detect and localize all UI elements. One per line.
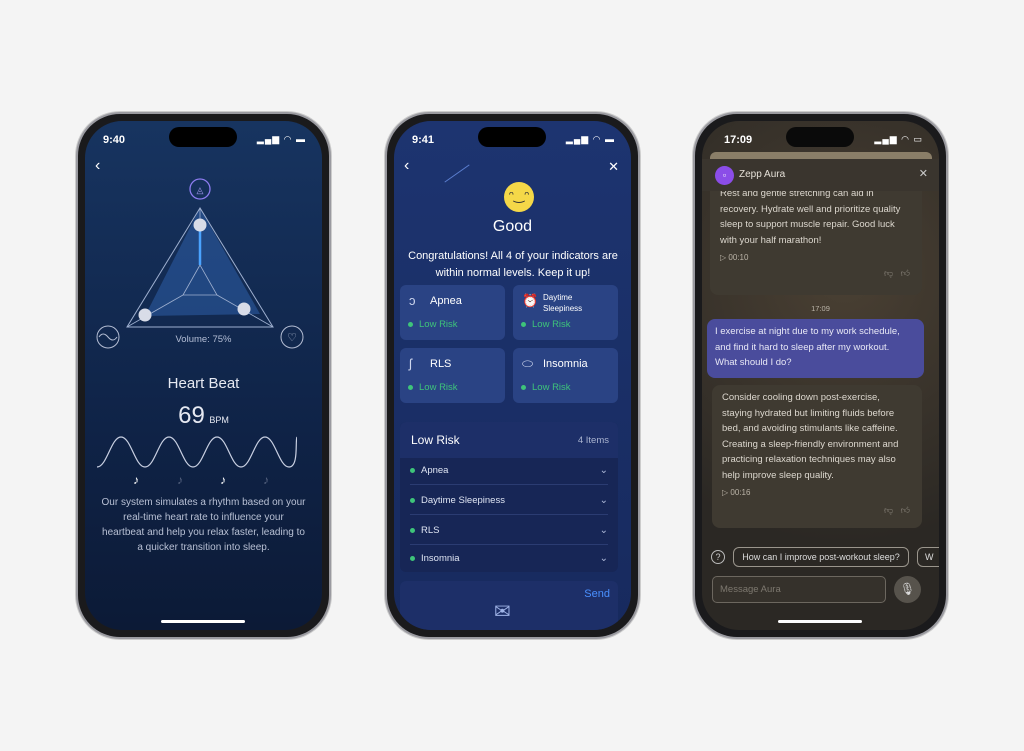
microphone-icon: 🎙︎	[899, 582, 916, 596]
risk-badge: Low Risk	[408, 319, 458, 330]
thumbs-up-icon: 👍︎	[900, 267, 910, 278]
list-item-rls[interactable]: RLS ⌄	[410, 516, 608, 545]
section-count: 4 Items	[577, 435, 609, 446]
list-item-apnea[interactable]: Apnea ⌄	[410, 456, 608, 485]
music-note-icon: ♪	[263, 473, 269, 487]
heart-rhythm-wave	[97, 436, 297, 468]
audio-play[interactable]: ▷ 00:10	[720, 250, 912, 266]
chat-header: ▫ Zepp Aura ✕	[702, 159, 939, 191]
card-title: Daytime Sleepiness	[543, 293, 583, 313]
card-title: Apnea	[430, 295, 462, 307]
message-timestamp: 17:09	[811, 304, 830, 313]
audio-play[interactable]: ▷ 00:16	[722, 485, 912, 501]
heart-beat-screen: 9:40 ▂▄▆ ◠ ▬ ‹ ◬ ♡ Volume: 75% Heart Bea…	[85, 121, 322, 630]
pill-icon: ⬭	[522, 356, 534, 371]
card-title: Insomnia	[543, 358, 588, 370]
phone-zepp-aura-chat: 17:09 ▂▄▆ ◠ ▭ Rest and gentle stretching…	[693, 112, 948, 639]
bpm-value: 69	[178, 402, 205, 429]
alarm-clock-icon: ⏰	[522, 293, 539, 308]
phone-sleep-report: 9:41 ▂▄▆ ◠ ▬ ‹ ✕ ᵔ‿ᵔ Good Congratulation…	[385, 112, 640, 639]
risk-badge: Low Risk	[408, 382, 458, 393]
sleep-report-screen: 9:41 ▂▄▆ ◠ ▬ ‹ ✕ ᵔ‿ᵔ Good Congratulation…	[394, 121, 631, 630]
status-time: 9:41	[412, 134, 435, 146]
aura-logo-icon: ▫	[715, 166, 734, 185]
message-text: Consider cooling down post-exercise, sta…	[722, 392, 899, 481]
envelope-icon: ✉	[494, 601, 511, 623]
home-indicator[interactable]	[778, 620, 862, 623]
triangle-mixer[interactable]: ◬ ♡	[85, 171, 322, 361]
shooting-star	[444, 164, 470, 183]
chevron-down-icon: ⌄	[599, 525, 608, 536]
status-time: 17:09	[724, 134, 753, 146]
input-placeholder: Message Aura	[720, 584, 781, 595]
dynamic-island	[169, 127, 237, 147]
ear-icon: ↄ	[409, 293, 416, 308]
chat-screen: 17:09 ▂▄▆ ◠ ▭ Rest and gentle stretching…	[702, 121, 939, 630]
phone-heart-beat: 9:40 ▂▄▆ ◠ ▬ ‹ ◬ ♡ Volume: 75% Heart Bea…	[76, 112, 331, 639]
thumbs-up-icon: 👍︎	[900, 504, 910, 515]
close-icon[interactable]: ✕	[919, 167, 928, 180]
status-icons: ▂▄▆ ◠ ▬	[565, 134, 615, 144]
chevron-down-icon: ⌄	[599, 465, 608, 476]
feedback-icons[interactable]: 👎︎ 👍︎	[884, 503, 910, 519]
back-icon[interactable]: ‹	[404, 157, 409, 175]
list-item-insomnia[interactable]: Insomnia ⌄	[410, 544, 608, 573]
message-text: Rest and gentle stretching can aid in re…	[720, 188, 901, 246]
music-note-icon: ♪	[133, 473, 139, 487]
card-title: RLS	[430, 358, 452, 370]
slider-handle-left[interactable]	[138, 308, 152, 322]
section-title: Low Risk	[411, 433, 460, 447]
help-icon[interactable]: ?	[711, 550, 725, 564]
suggestion-chip[interactable]: How can I improve post-workout sleep?	[733, 547, 909, 567]
leg-icon: ʃ	[409, 356, 412, 371]
status-icons: ▂▄▆ ◠ ▬	[256, 134, 306, 144]
smiley-icon: ᵔ‿ᵔ	[504, 182, 534, 212]
description: Our system simulates a rhythm based on y…	[101, 497, 306, 553]
indicator-card-apnea[interactable]: ↄ Apnea Low Risk	[400, 285, 505, 340]
thumbs-down-icon: 👎︎	[883, 267, 894, 278]
indicator-card-insomnia[interactable]: ⬭ Insomnia Low Risk	[513, 348, 618, 403]
svg-text:◬: ◬	[197, 185, 204, 195]
bpm-unit: BPM	[209, 415, 229, 425]
volume-label: Volume: 75%	[175, 334, 232, 345]
status-icons: ▂▄▆ ◠ ▭	[874, 134, 923, 144]
indicator-card-daytime-sleepiness[interactable]: ⏰ Daytime Sleepiness Low Risk	[513, 285, 618, 340]
dynamic-island	[786, 127, 854, 147]
send-button[interactable]: Send	[584, 588, 610, 600]
chevron-down-icon: ⌄	[599, 495, 608, 506]
list-item-daytime-sleepiness[interactable]: Daytime Sleepiness ⌄	[410, 486, 608, 515]
indicator-card-rls[interactable]: ʃ RLS Low Risk	[400, 348, 505, 403]
dynamic-island	[478, 127, 546, 147]
user-message: I exercise at night due to my work sched…	[707, 319, 924, 378]
chat-title: Zepp Aura	[739, 169, 786, 180]
send-section: Send ✉	[400, 581, 618, 630]
assistant-message: Consider cooling down post-exercise, sta…	[712, 385, 922, 528]
sound-title: Heart Beat	[167, 375, 240, 392]
bpm-readout: 69 BPM	[85, 402, 322, 430]
feedback-icons[interactable]: 👎︎ 👍︎	[884, 266, 910, 282]
home-indicator[interactable]	[161, 620, 245, 623]
chevron-down-icon: ⌄	[599, 553, 608, 564]
music-note-icon: ♪	[177, 473, 183, 487]
slider-handle-top[interactable]	[193, 218, 207, 232]
slider-handle-right[interactable]	[237, 302, 251, 316]
suggestion-chip[interactable]: W	[917, 547, 939, 567]
low-risk-section: Low Risk 4 Items Apnea ⌄ Daytime Sleepine…	[400, 422, 618, 572]
music-note-icon: ♪	[220, 473, 226, 487]
thumbs-down-icon: 👎︎	[883, 504, 894, 515]
risk-badge: Low Risk	[521, 382, 571, 393]
status-message: Congratulations! All 4 of your indicator…	[408, 250, 618, 279]
close-icon[interactable]: ✕	[608, 159, 619, 175]
status-title: Good	[492, 218, 533, 235]
microphone-button[interactable]: 🎙︎	[894, 576, 921, 603]
status-time: 9:40	[103, 134, 126, 146]
risk-badge: Low Risk	[521, 319, 571, 330]
message-input[interactable]: Message Aura	[712, 576, 886, 603]
